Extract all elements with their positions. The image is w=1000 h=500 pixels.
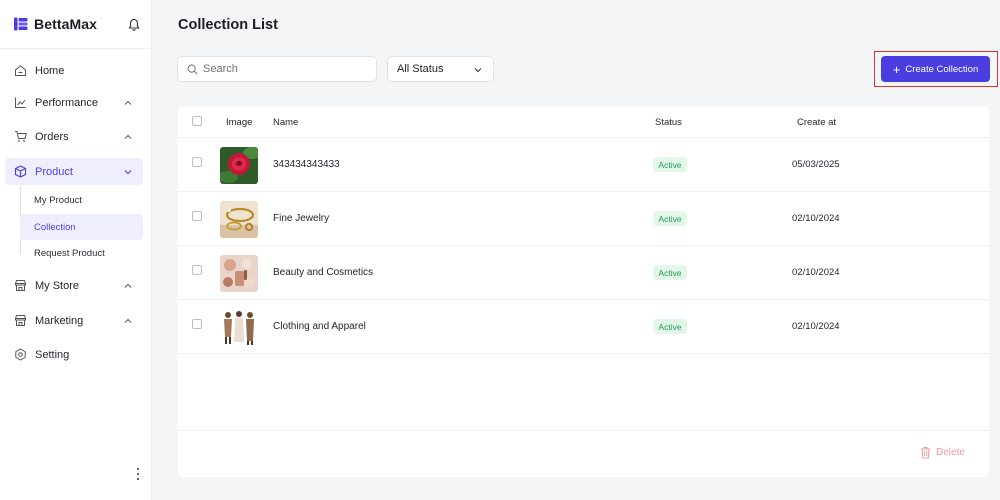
- table-row[interactable]: Fine Jewelry Active 02/10/2024: [178, 192, 989, 246]
- sidebar-item-label: Performance: [35, 96, 98, 109]
- delete-button[interactable]: Delete: [920, 446, 965, 459]
- sidebar-item-orders[interactable]: Orders: [5, 123, 143, 150]
- search-input[interactable]: [203, 63, 363, 75]
- bell-icon[interactable]: [127, 18, 141, 32]
- cosmetics-image: [220, 255, 258, 292]
- status-filter-select[interactable]: All Status: [387, 56, 494, 82]
- row-checkbox[interactable]: [192, 157, 202, 167]
- column-header-image: Image: [226, 117, 253, 128]
- sidebar-footer: [0, 455, 152, 495]
- box-icon: [13, 165, 27, 179]
- status-badge: Active: [653, 265, 687, 280]
- collection-name: Fine Jewelry: [273, 213, 330, 224]
- sidebar-item-setting[interactable]: Setting: [5, 341, 143, 368]
- brand[interactable]: BettaMax: [13, 16, 97, 32]
- chevron-down-icon: [474, 68, 482, 73]
- collection-name: 343434343433: [273, 159, 340, 170]
- jewelry-image: [220, 201, 258, 238]
- chevron-up-icon: [124, 134, 132, 139]
- delete-label: Delete: [936, 447, 965, 458]
- chevron-up-icon: [124, 100, 132, 105]
- search-box: [177, 56, 377, 82]
- subnav-item-collection[interactable]: Collection: [20, 214, 143, 240]
- sidebar-item-product[interactable]: Product: [5, 158, 143, 185]
- created-date: 02/10/2024: [792, 321, 840, 332]
- row-checkbox[interactable]: [192, 211, 202, 221]
- sidebar: BettaMax Home Performance Orders Product: [0, 0, 152, 500]
- home-icon: [13, 64, 27, 78]
- sidebar-divider: [0, 48, 152, 49]
- table-row[interactable]: 343434343433 Active 05/03/2025: [178, 138, 989, 192]
- sidebar-item-label: Setting: [35, 348, 70, 361]
- status-filter-value: All Status: [397, 63, 444, 75]
- created-date: 05/03/2025: [792, 159, 840, 170]
- sidebar-item-home[interactable]: Home: [5, 57, 143, 84]
- chart-icon: [13, 96, 27, 110]
- table-row[interactable]: Beauty and Cosmetics Active 02/10/2024: [178, 246, 989, 300]
- collection-table-card: Image Name Status Create at 343434343433…: [178, 106, 989, 477]
- chevron-up-icon: [124, 283, 132, 288]
- sidebar-item-label: My Store: [35, 279, 80, 292]
- row-checkbox[interactable]: [192, 319, 202, 329]
- search-icon: [187, 64, 198, 74]
- column-header-status: Status: [655, 117, 682, 128]
- more-options-icon[interactable]: [133, 466, 143, 482]
- sidebar-item-marketing[interactable]: Marketing: [5, 307, 143, 334]
- collection-name: Clothing and Apparel: [273, 321, 366, 332]
- table-row[interactable]: Clothing and Apparel Active 02/10/2024: [178, 300, 989, 354]
- table-header: Image Name Status Create at: [178, 106, 989, 138]
- column-header-name: Name: [273, 117, 299, 128]
- store-icon: [13, 314, 27, 328]
- plus-icon: +: [892, 61, 901, 77]
- table-footer-divider: [178, 430, 989, 431]
- sidebar-item-label: Home: [35, 64, 65, 77]
- apparel-image: [220, 309, 258, 346]
- sidebar-item-label: Orders: [35, 130, 69, 143]
- sidebar-item-my-store[interactable]: My Store: [5, 272, 143, 299]
- column-header-created: Create at: [797, 117, 837, 128]
- gear-icon: [13, 348, 27, 362]
- brand-name: BettaMax: [34, 16, 98, 32]
- rose-image: [220, 147, 258, 184]
- subnav-item-my-product[interactable]: My Product: [20, 187, 143, 213]
- chevron-up-icon: [124, 318, 132, 323]
- cart-icon: [13, 130, 27, 144]
- created-date: 02/10/2024: [792, 213, 840, 224]
- status-badge: Active: [653, 319, 687, 334]
- subnav-item-request-product[interactable]: Request Product: [20, 240, 143, 266]
- trash-icon: [921, 447, 930, 459]
- create-collection-label: Create Collection: [905, 63, 979, 75]
- bettamax-logo-icon: [14, 17, 28, 31]
- sidebar-item-label: Product: [35, 165, 73, 178]
- sidebar-item-performance[interactable]: Performance: [5, 89, 143, 116]
- create-collection-button[interactable]: + Create Collection: [881, 56, 990, 82]
- row-checkbox[interactable]: [192, 265, 202, 275]
- status-badge: Active: [653, 211, 687, 226]
- collection-name: Beauty and Cosmetics: [273, 267, 374, 278]
- created-date: 02/10/2024: [792, 267, 840, 278]
- chevron-down-icon: [124, 170, 132, 175]
- page-title: Collection List: [178, 17, 278, 33]
- select-all-checkbox[interactable]: [192, 116, 202, 126]
- status-badge: Active: [653, 157, 687, 172]
- sidebar-item-label: Marketing: [35, 314, 84, 327]
- store-icon: [13, 279, 27, 293]
